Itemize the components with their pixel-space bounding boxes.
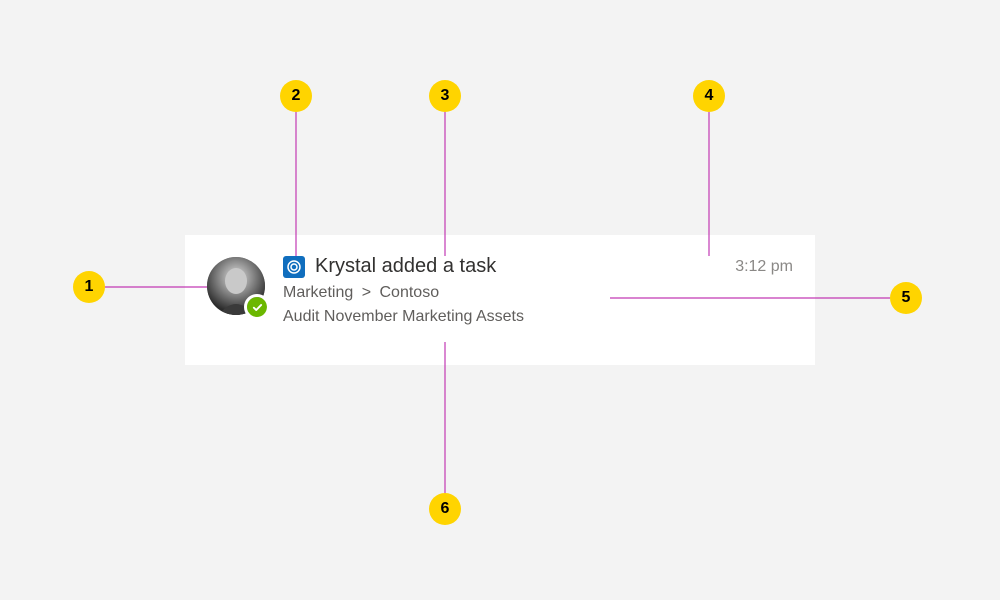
notification-header-line: Krystal added a task 3:12 pm <box>283 255 793 278</box>
callout-4: 4 <box>693 80 725 112</box>
notification-preview: Audit November Marketing Assets <box>283 308 793 326</box>
notification-title: Krystal added a task <box>315 255 725 278</box>
callout-6: 6 <box>429 493 461 525</box>
activity-feed-item[interactable]: Krystal added a task 3:12 pm Marketing >… <box>185 235 815 365</box>
callout-2: 2 <box>280 80 312 112</box>
callout-5: 5 <box>890 282 922 314</box>
presence-available-icon <box>247 297 267 317</box>
context-primary: Marketing <box>283 284 353 301</box>
avatar <box>207 257 265 315</box>
notification-timestamp: 3:12 pm <box>735 258 793 276</box>
chevron-right-icon: > <box>362 284 371 301</box>
callout-1: 1 <box>73 271 105 303</box>
diagram-canvas: 1 2 3 4 5 6 <box>0 0 1000 600</box>
context-secondary: Contoso <box>380 284 440 301</box>
notification-context: Marketing > Contoso <box>283 284 793 302</box>
notification-body: Krystal added a task 3:12 pm Marketing >… <box>283 255 793 349</box>
app-icon <box>283 256 305 278</box>
callout-3: 3 <box>429 80 461 112</box>
